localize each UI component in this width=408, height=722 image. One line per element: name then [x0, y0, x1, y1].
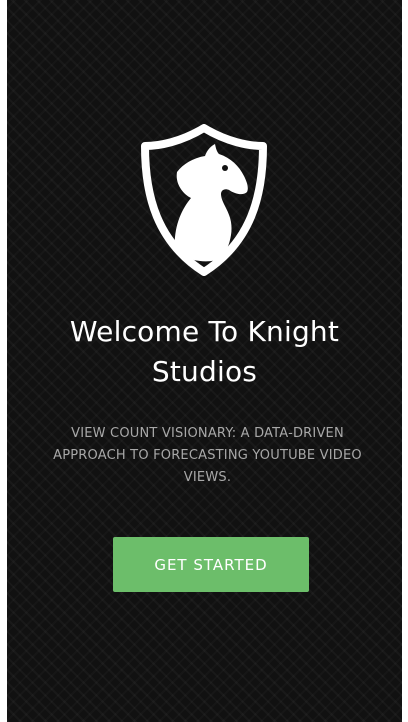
welcome-screen: Welcome To Knight Studios VIEW COUNT VIS… — [7, 0, 402, 722]
knight-shield-icon — [139, 124, 269, 276]
get-started-button[interactable]: GET STARTED — [113, 537, 309, 592]
page-subtitle: VIEW COUNT VISIONARY: A DATA-DRIVEN APPR… — [53, 426, 362, 485]
page-title: Welcome To Knight Studios — [69, 315, 340, 388]
